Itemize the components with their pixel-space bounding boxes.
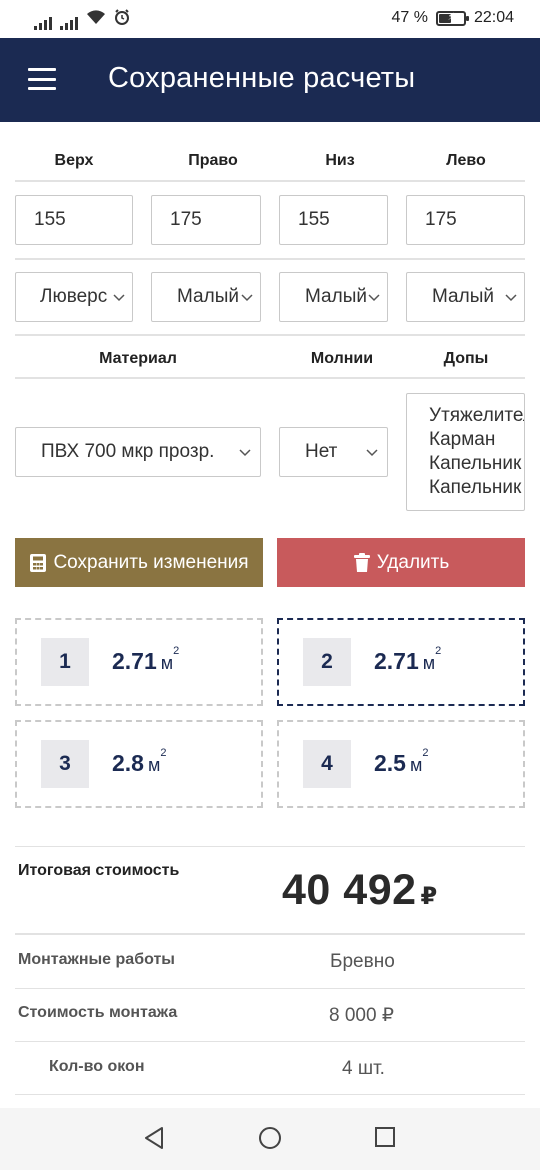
divider	[15, 933, 525, 935]
delete-button[interactable]: Удалить	[277, 538, 525, 587]
recent-apps-icon[interactable]	[374, 1126, 396, 1153]
hamburger-menu-icon[interactable]	[28, 68, 56, 90]
material-value: ПВХ 700 мкр прозр.	[41, 441, 215, 462]
zippers-label: Молнии	[310, 350, 374, 367]
extras-multiselect[interactable]: Утяжелитель Карман Капельник Капельник	[406, 393, 525, 511]
chevron-down-icon	[240, 291, 254, 305]
divider	[15, 180, 525, 182]
window-card-2[interactable]: 2 2.71 м2	[277, 618, 525, 706]
home-icon[interactable]	[258, 1126, 282, 1155]
side-bottom-input[interactable]: 155	[279, 195, 388, 245]
divider	[15, 334, 525, 336]
chevron-down-icon	[112, 291, 126, 305]
side-top-input[interactable]: 155	[15, 195, 133, 245]
window-number: 2	[303, 638, 351, 686]
installation-work-value: Бревно	[330, 951, 395, 972]
save-changes-label: Сохранить изменения	[53, 551, 249, 573]
status-bar: 47 % ⚡ 22:04	[0, 0, 540, 38]
windows-count-label: Кол-во окон	[49, 1058, 145, 1075]
clock-time: 22:04	[473, 9, 514, 26]
system-navigation-bar	[0, 1108, 540, 1170]
fastening-right-select[interactable]: Малый	[151, 272, 261, 322]
side-label-left: Лево	[446, 152, 486, 169]
fastening-bottom-value: Малый	[305, 286, 367, 307]
installation-cost-label: Стоимость монтажа	[18, 1004, 178, 1021]
chevron-down-icon	[504, 291, 518, 305]
extras-option[interactable]: Карман	[429, 428, 524, 452]
fastening-top-value: Люверс	[40, 286, 108, 307]
signal-icon	[60, 14, 78, 30]
side-label-bottom: Низ	[325, 152, 355, 169]
chevron-down-icon	[365, 446, 379, 460]
window-area: 2.8 м2	[112, 747, 167, 776]
side-label-top: Верх	[54, 152, 94, 169]
fastening-left-select[interactable]: Малый	[406, 272, 525, 322]
fastening-right-value: Малый	[177, 286, 239, 307]
app-header: Сохраненные расчеты	[0, 38, 540, 122]
window-card-4[interactable]: 4 2.5 м2	[277, 720, 525, 808]
material-label: Материал	[99, 350, 177, 367]
delete-label: Удалить	[376, 551, 450, 573]
window-area: 2.71 м2	[112, 645, 180, 674]
chevron-down-icon	[367, 291, 381, 305]
options-header: Материал Молнии Допы	[15, 350, 525, 368]
divider	[15, 377, 525, 379]
fastening-bottom-select[interactable]: Малый	[279, 272, 388, 322]
installation-cost-value: 8 000 ₽	[329, 1005, 394, 1026]
side-label-right: Право	[188, 152, 238, 169]
window-card-1[interactable]: 1 2.71 м2	[15, 618, 263, 706]
window-card-3[interactable]: 3 2.8 м2	[15, 720, 263, 808]
fastening-left-value: Малый	[432, 286, 494, 307]
sides-header: Верх Право Низ Лево	[15, 152, 525, 170]
extras-option[interactable]: Капельник	[429, 452, 524, 476]
window-number: 3	[41, 740, 89, 788]
window-number: 4	[303, 740, 351, 788]
trash-icon	[353, 552, 371, 573]
back-icon[interactable]	[143, 1126, 165, 1155]
total-cost-value: 40 492 ₽	[282, 866, 438, 914]
extras-option[interactable]: Капельник	[429, 476, 524, 500]
save-changes-button[interactable]: Сохранить изменения	[15, 538, 263, 587]
side-left-input[interactable]: 175	[406, 195, 525, 245]
window-number: 1	[41, 638, 89, 686]
fastening-top-select[interactable]: Люверс	[15, 272, 133, 322]
divider	[15, 988, 525, 989]
divider	[15, 1094, 525, 1095]
extras-option[interactable]: Утяжелитель	[429, 404, 524, 428]
battery-icon: ⚡	[435, 10, 469, 26]
side-right-input[interactable]: 175	[151, 195, 261, 245]
installation-work-label: Монтажные работы	[18, 951, 175, 968]
zippers-select[interactable]: Нет	[279, 427, 388, 477]
wifi-icon	[86, 9, 106, 30]
divider	[15, 258, 525, 260]
divider	[15, 1041, 525, 1042]
windows-count-value: 4 шт.	[342, 1058, 385, 1079]
battery-percent: 47 %	[391, 9, 428, 26]
total-cost-label: Итоговая стоимость	[18, 862, 180, 879]
window-area: 2.71 м2	[374, 645, 442, 674]
chevron-down-icon	[238, 446, 252, 460]
alarm-icon	[114, 9, 130, 30]
material-select[interactable]: ПВХ 700 мкр прозр.	[15, 427, 261, 477]
signal-icon	[34, 14, 52, 30]
divider	[15, 846, 525, 847]
calculator-icon	[29, 553, 47, 573]
window-area: 2.5 м2	[374, 747, 429, 776]
extras-label: Допы	[443, 350, 489, 367]
page-title: Сохраненные расчеты	[108, 62, 416, 94]
zippers-value: Нет	[305, 441, 338, 462]
